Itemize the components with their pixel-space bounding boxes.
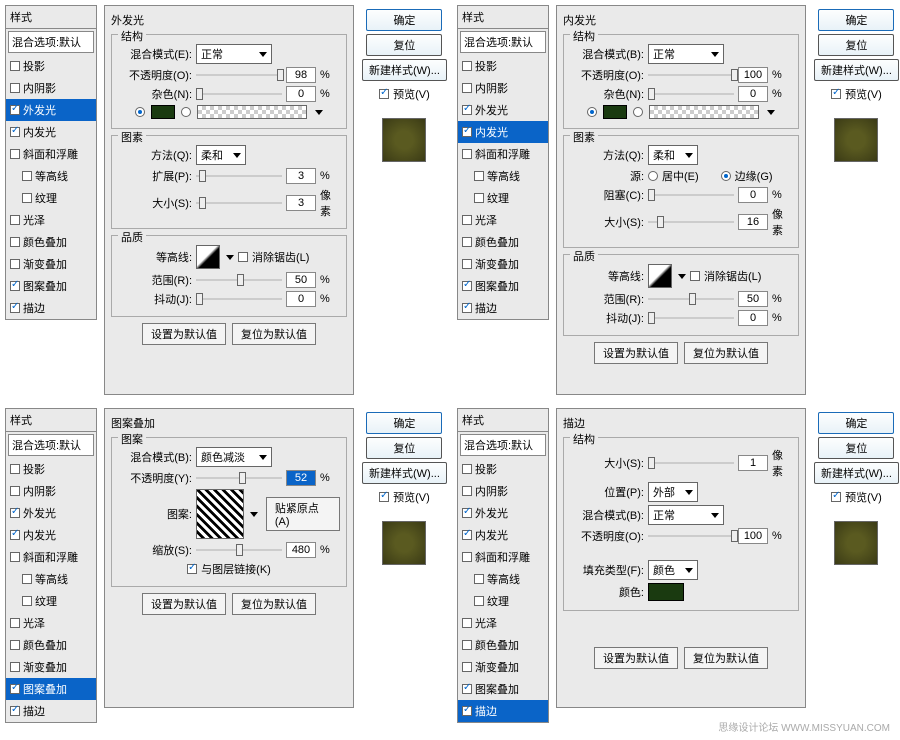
- style-item-texture[interactable]: 纹理: [6, 187, 96, 209]
- group-quality: 品质 等高线:消除锯齿(L) 范围(R):50% 抖动(J):0%: [111, 235, 347, 317]
- slider-spread[interactable]: [196, 169, 282, 183]
- group-structure: 结构 混合模式(E):正常 不透明度(O):98% 杂色(N):0%: [111, 34, 347, 129]
- slider-size[interactable]: [196, 196, 282, 210]
- lbl-antialias: 消除锯齿(L): [252, 249, 309, 265]
- radio-edge[interactable]: [721, 171, 731, 181]
- params-panel-2: 内发光 结构 混合模式(B):正常 不透明度(O):100% 杂色(N):0% …: [556, 5, 806, 395]
- style-item-outerglow[interactable]: 外发光: [6, 99, 96, 121]
- style-item-satin[interactable]: 光泽: [6, 209, 96, 231]
- lbl-spread: 扩展(P):: [118, 168, 192, 184]
- btn-reset-default[interactable]: 复位为默认值: [232, 323, 316, 345]
- styles-panel-3: 样式 混合选项:默认 投影 内阴影 外发光 内发光 斜面和浮雕 等高线 纹理 光…: [5, 408, 97, 723]
- style-item-innerglow[interactable]: 内发光: [6, 121, 96, 143]
- input-size[interactable]: 3: [286, 195, 316, 211]
- btn-snap[interactable]: 贴紧原点(A): [266, 497, 340, 531]
- style-item-innerglow-sel[interactable]: 内发光: [458, 121, 548, 143]
- style-item-pattern-sel[interactable]: 图案叠加: [6, 678, 96, 700]
- style-item-patternoverlay[interactable]: 图案叠加: [6, 275, 96, 297]
- lbl-blendmode: 混合模式(E):: [118, 46, 192, 62]
- params-panel-3: 图案叠加 图案 混合模式(B):颜色减淡 不透明度(Y):52% 图案:贴紧原点…: [104, 408, 354, 708]
- dd-blendmode[interactable]: 正常: [196, 44, 272, 64]
- radio-gradient[interactable]: [181, 107, 191, 117]
- style-item-innershadow[interactable]: 内阴影: [6, 77, 96, 99]
- style-item-contour[interactable]: 等高线: [6, 165, 96, 187]
- slider-opacity[interactable]: [196, 68, 282, 82]
- blend-options[interactable]: 混合选项:默认: [8, 31, 94, 53]
- slider-range[interactable]: [196, 273, 282, 287]
- watermark: 思缘设计论坛 WWW.MISSYUAN.COM: [718, 719, 890, 734]
- button-column-1: 确定 复位 新建样式(W)... 预览(V): [362, 9, 447, 162]
- lbl-noise: 杂色(N):: [118, 86, 192, 102]
- style-item-bevel[interactable]: 斜面和浮雕: [6, 143, 96, 165]
- input-jitter[interactable]: 0: [286, 291, 316, 307]
- newstyle-button[interactable]: 新建样式(W)...: [362, 59, 447, 81]
- input-noise[interactable]: 0: [286, 86, 316, 102]
- styles-panel-4: 样式 混合选项:默认 投影 内阴影 外发光 内发光 斜面和浮雕 等高线 纹理 光…: [457, 408, 549, 723]
- contour-preview[interactable]: [196, 245, 220, 269]
- button-column-3: 确定 复位 新建样式(W)... 预览(V): [362, 412, 447, 565]
- input-opacity[interactable]: 98: [286, 67, 316, 83]
- reset-button[interactable]: 复位: [366, 34, 442, 56]
- style-item-stroke-sel[interactable]: 描边: [458, 700, 548, 722]
- radio-center[interactable]: [648, 171, 658, 181]
- lbl-method: 方法(Q):: [118, 147, 192, 163]
- slider-jitter[interactable]: [196, 292, 282, 306]
- dd-method[interactable]: 柔和: [196, 145, 246, 165]
- params-panel-4: 描边 结构 大小(S):1像素 位置(P):外部 混合模式(B):正常 不透明度…: [556, 408, 806, 708]
- btn-set-default[interactable]: 设置为默认值: [142, 323, 226, 345]
- pattern-preview[interactable]: [196, 489, 244, 539]
- lbl-contour: 等高线:: [118, 249, 192, 265]
- cb-antialias[interactable]: [238, 252, 248, 262]
- group-elements: 图素 方法(Q):柔和 扩展(P):3% 大小(S):3像素: [111, 135, 347, 229]
- dd-filltype[interactable]: 颜色: [648, 560, 698, 580]
- stroke-color[interactable]: [648, 583, 684, 601]
- style-item-dropshadow[interactable]: 投影: [6, 55, 96, 77]
- radio-color[interactable]: [135, 107, 145, 117]
- radio-color-2[interactable]: [587, 107, 597, 117]
- lbl-jitter: 抖动(J):: [118, 291, 192, 307]
- lbl-size: 大小(S):: [118, 195, 192, 211]
- styles-panel-1: 样式 混合选项:默认 投影 内阴影 外发光 内发光 斜面和浮雕 等高线 纹理 光…: [5, 5, 97, 320]
- panel-title: 外发光: [111, 12, 347, 28]
- color-swatch[interactable]: [151, 105, 175, 119]
- style-item-coloroverlay[interactable]: 颜色叠加: [6, 231, 96, 253]
- button-column-2: 确定 复位 新建样式(W)... 预览(V): [814, 9, 899, 162]
- ok-button[interactable]: 确定: [366, 9, 442, 31]
- color-swatch-2[interactable]: [603, 105, 627, 119]
- preview-swatch: [382, 118, 426, 162]
- lbl-range: 范围(R):: [118, 272, 192, 288]
- cb-link[interactable]: [187, 564, 197, 574]
- slider-noise[interactable]: [196, 87, 282, 101]
- params-panel-1: 外发光 结构 混合模式(E):正常 不透明度(O):98% 杂色(N):0% 图…: [104, 5, 354, 395]
- cb-preview[interactable]: [379, 89, 389, 99]
- style-item-gradoverlay[interactable]: 渐变叠加: [6, 253, 96, 275]
- lbl-preview: 预览(V): [393, 86, 430, 102]
- dd-mode-2[interactable]: 正常: [648, 44, 724, 64]
- slider-op-2[interactable]: [648, 68, 734, 82]
- lbl-source: 源:: [570, 168, 644, 184]
- input-spread[interactable]: 3: [286, 168, 316, 184]
- lbl-opacity: 不透明度(O):: [118, 67, 192, 83]
- style-item-stroke[interactable]: 描边: [6, 297, 96, 319]
- styles-panel-2: 样式 混合选项:默认 投影 内阴影 外发光 内发光 斜面和浮雕 等高线 纹理 光…: [457, 5, 549, 320]
- styles-header: 样式: [6, 6, 96, 29]
- button-column-4: 确定 复位 新建样式(W)... 预览(V): [814, 412, 899, 565]
- input-range[interactable]: 50: [286, 272, 316, 288]
- gradient-swatch[interactable]: [197, 105, 307, 119]
